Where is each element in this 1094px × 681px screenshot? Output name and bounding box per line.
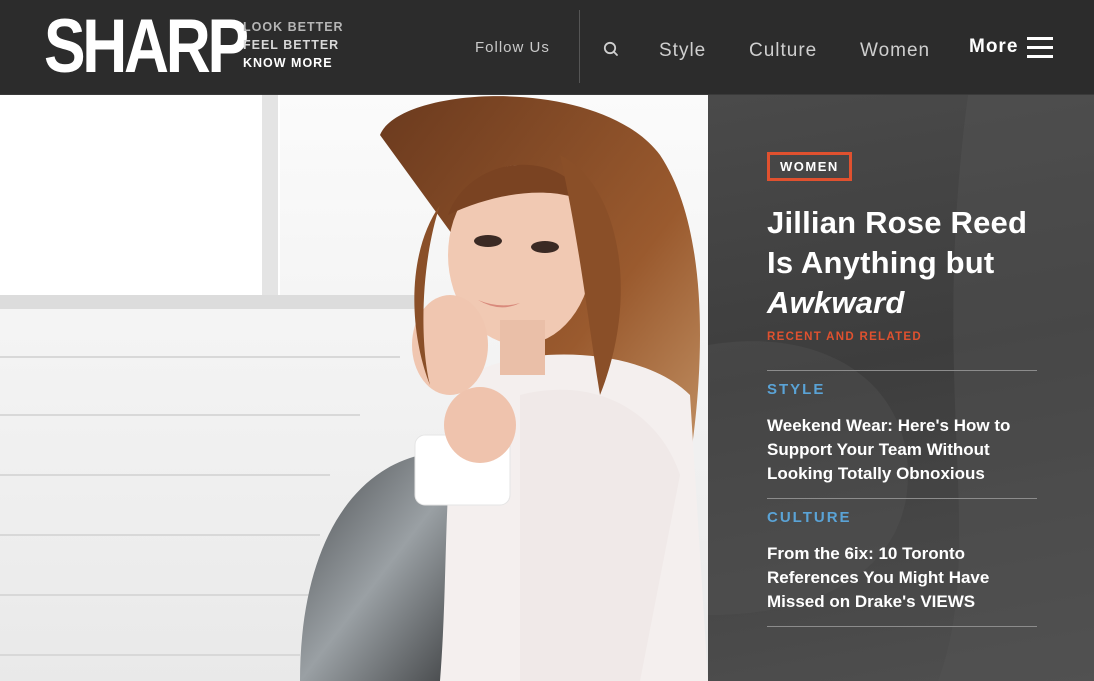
follow-us-link[interactable]: Follow Us [475, 39, 550, 56]
search-icon[interactable] [602, 40, 620, 58]
more-label: More [969, 36, 1019, 57]
article-headline[interactable]: Jillian Rose Reed Is Anything but Awkwar… [767, 203, 1067, 323]
headline-line-3: Awkward [767, 285, 905, 320]
related-category-culture[interactable]: CULTURE [767, 509, 852, 526]
related-article-title[interactable]: Weekend Wear: Here's How to Support Your… [767, 414, 1042, 486]
tagline-line-2: FEEL BETTER [243, 38, 340, 52]
tagline-line-3: KNOW MORE [243, 56, 333, 70]
more-menu-button[interactable]: More [969, 36, 1054, 58]
category-tag-women[interactable]: WOMEN [767, 152, 852, 181]
headline-line-1: Jillian Rose Reed [767, 205, 1028, 240]
nav-link-culture[interactable]: Culture [749, 40, 817, 62]
divider [767, 626, 1037, 627]
site-logo[interactable]: SHARP [44, 9, 249, 85]
recent-related-label: RECENT AND RELATED [767, 331, 923, 343]
tagline-line-1: LOOK BETTER [243, 20, 344, 34]
nav-divider [579, 10, 580, 83]
site-header: SHARP LOOK BETTER FEEL BETTER KNOW MORE … [0, 0, 1094, 95]
hamburger-icon [1027, 36, 1054, 58]
related-category-style[interactable]: STYLE [767, 381, 825, 398]
hero-image[interactable] [0, 95, 708, 681]
nav-link-style[interactable]: Style [659, 40, 706, 62]
related-article-title[interactable]: From the 6ix: 10 Toronto References You … [767, 542, 1042, 614]
article-panel: WOMEN Jillian Rose Reed Is Anything but … [708, 95, 1094, 681]
divider [767, 498, 1037, 499]
nav-link-women[interactable]: Women [860, 40, 930, 62]
site-tagline: LOOK BETTER FEEL BETTER KNOW MORE [243, 20, 344, 71]
headline-line-2: Is Anything but [767, 245, 995, 280]
divider [767, 370, 1037, 371]
